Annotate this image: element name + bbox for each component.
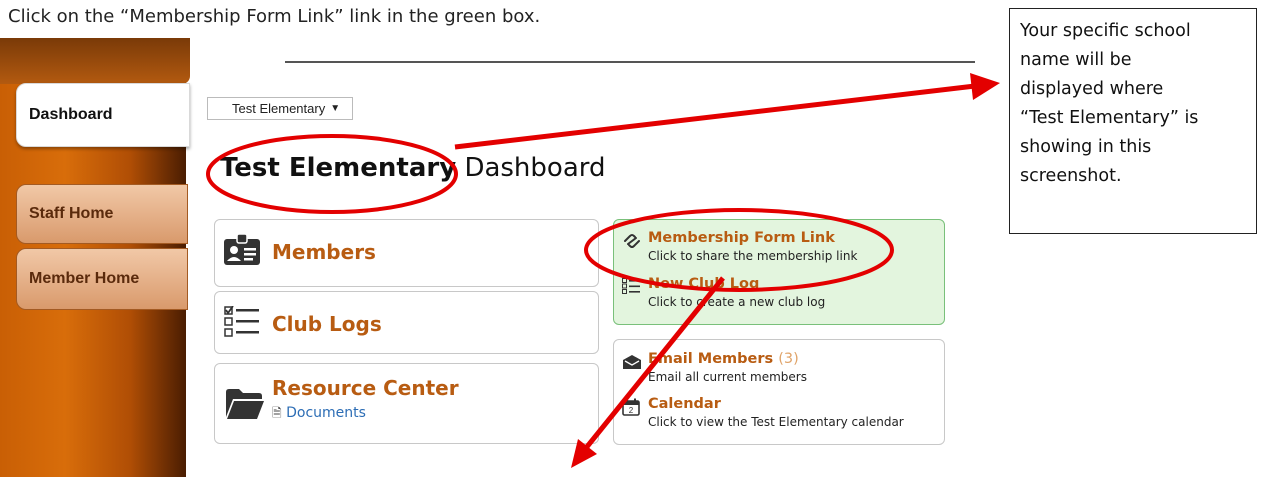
- annotation-note: Your specific school name will be displa…: [1009, 8, 1257, 234]
- email-members-label: Email Members: [648, 351, 774, 367]
- member-count: (3): [778, 351, 799, 367]
- documents-label: Documents: [286, 405, 366, 421]
- calendar-desc: Click to view the Test Elementary calend…: [648, 415, 904, 429]
- calendar-link[interactable]: Calendar: [648, 396, 721, 412]
- note-line: Your specific school: [1020, 21, 1191, 41]
- school-select-value: Test Elementary: [232, 101, 326, 116]
- calendar-icon: 2: [622, 398, 640, 416]
- resource-center-link[interactable]: Resource Center: [272, 376, 459, 400]
- sidebar-tab-dashboard[interactable]: Dashboard: [16, 83, 190, 147]
- link-icon: [624, 234, 640, 248]
- tab-label: Dashboard: [29, 106, 113, 123]
- sidebar-tab-staff-home[interactable]: Staff Home: [16, 184, 188, 244]
- page-title: Test Elementary Dashboard: [220, 153, 606, 183]
- new-club-log-desc: Click to create a new club log: [648, 295, 826, 309]
- folder-icon: [226, 389, 264, 419]
- tab-label: Staff Home: [29, 205, 114, 222]
- club-logs-card[interactable]: Club Logs: [214, 291, 599, 354]
- tab-label: Member Home: [29, 270, 140, 287]
- svg-text:2: 2: [629, 406, 634, 415]
- page-title-suffix: Dashboard: [464, 153, 606, 183]
- id-card-icon: [224, 233, 260, 265]
- club-logs-link[interactable]: Club Logs: [272, 312, 382, 336]
- note-line: “Test Elementary” is: [1020, 108, 1199, 128]
- header-divider: [285, 61, 975, 63]
- documents-link[interactable]: 🗎 Documents: [272, 404, 366, 425]
- instruction-text: Click on the “Membership Form Link” link…: [8, 6, 541, 27]
- arrow-head-icon: [970, 73, 1000, 100]
- note-line: screenshot.: [1020, 166, 1122, 186]
- school-select[interactable]: Test Elementary ▼: [207, 97, 353, 120]
- members-card[interactable]: Members: [214, 219, 599, 287]
- new-club-log-link[interactable]: New Club Log: [648, 276, 759, 292]
- email-members-desc: Email all current members: [648, 370, 807, 384]
- note-line: showing in this: [1020, 137, 1152, 157]
- sidebar-header: [0, 38, 190, 84]
- checklist-icon: [224, 306, 259, 337]
- resource-center-card[interactable]: Resource Center 🗎 Documents: [214, 363, 599, 444]
- communication-card: Email Members (3) Email all current memb…: [613, 339, 945, 445]
- note-line: displayed where: [1020, 79, 1164, 99]
- page-title-school: Test Elementary: [220, 153, 457, 183]
- document-icon: 🗎: [272, 406, 282, 420]
- membership-form-link[interactable]: Membership Form Link: [648, 230, 835, 246]
- checklist-icon: [622, 278, 640, 294]
- envelope-icon: [623, 355, 641, 369]
- membership-form-link-desc: Click to share the membership link: [648, 249, 858, 263]
- email-members-link[interactable]: Email Members (3): [648, 351, 799, 367]
- members-link[interactable]: Members: [272, 240, 376, 264]
- arrow-to-note: [454, 83, 976, 150]
- note-line: name will be: [1020, 50, 1132, 70]
- sidebar-tab-member-home[interactable]: Member Home: [16, 248, 188, 310]
- caret-down-icon: ▼: [330, 103, 341, 114]
- quick-actions-green-card: Membership Form Link Click to share the …: [613, 219, 945, 325]
